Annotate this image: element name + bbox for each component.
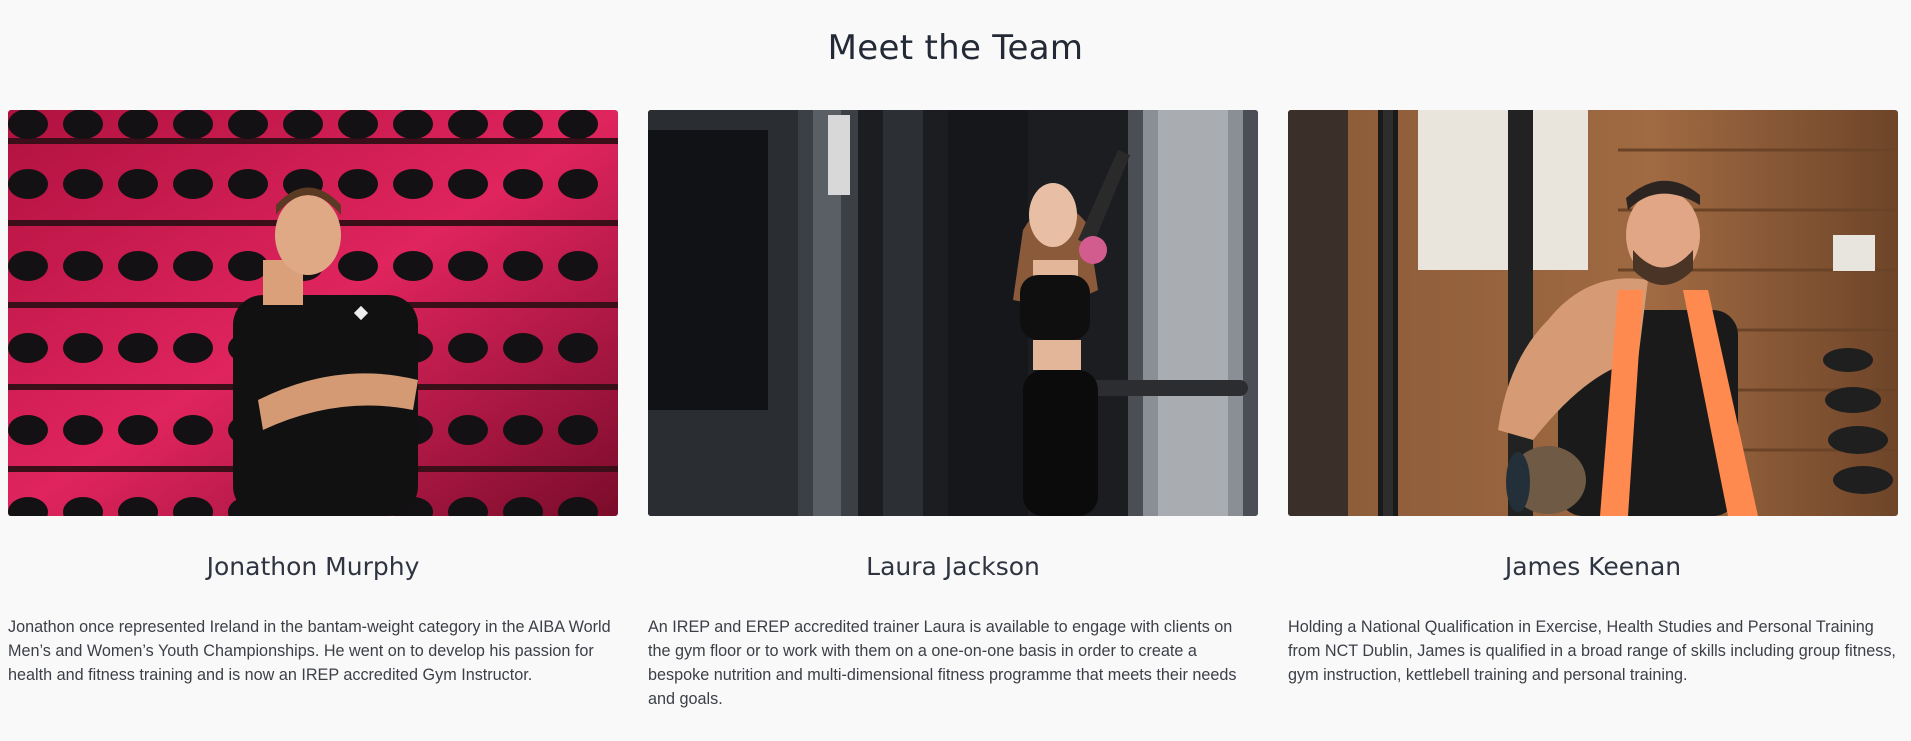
boxing-gloves-photo [8, 110, 618, 516]
team-member-card: Jonathon Murphy Jonathon once represente… [8, 110, 618, 687]
team-member-name: Laura Jackson [866, 552, 1040, 581]
meet-the-team-section: Meet the Team Jonathon Murphy Jonathon o… [0, 0, 1911, 741]
section-title: Meet the Team [827, 28, 1084, 68]
team-member-bio: Jonathon once represented Ireland in the… [8, 618, 611, 684]
team-member-card: Laura Jackson An IREP and EREP accredite… [648, 110, 1258, 711]
gym-towel-photo [1288, 110, 1898, 516]
team-member-name: James Keenan [1504, 552, 1682, 581]
team-member-photo [1288, 110, 1898, 516]
team-member-card: James Keenan Holding a National Qualific… [1288, 110, 1898, 687]
cable-machine-photo [648, 110, 1258, 516]
team-member-bio: Holding a National Qualification in Exer… [1288, 618, 1896, 684]
team-member-name: Jonathon Murphy [206, 552, 420, 581]
team-member-photo [8, 110, 618, 516]
team-member-bio: An IREP and EREP accredited trainer Laur… [648, 618, 1237, 708]
team-member-photo [648, 110, 1258, 516]
